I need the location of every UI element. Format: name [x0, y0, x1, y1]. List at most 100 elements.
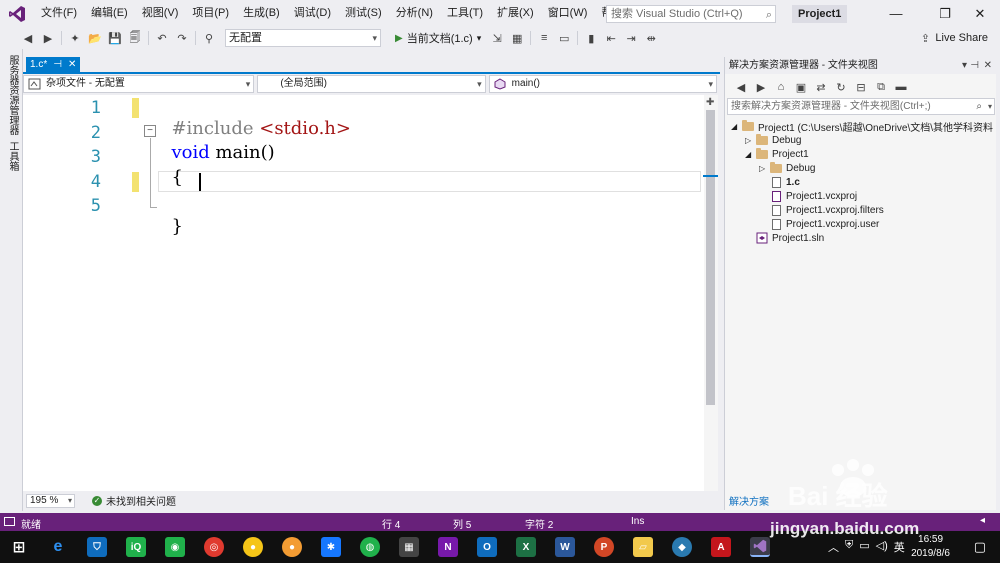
tree-item-1c[interactable]: 1.c: [769, 175, 800, 189]
powerpoint-icon[interactable]: P: [594, 537, 614, 557]
forward-icon[interactable]: ▶: [753, 79, 769, 95]
tree-item-sln[interactable]: Project1.sln: [755, 231, 824, 245]
collapse-icon[interactable]: −: [144, 125, 156, 137]
show-all-files-icon[interactable]: ⧉: [873, 79, 889, 95]
quick-launch-search-input[interactable]: 搜索 Visual Studio (Ctrl+Q) ⌕: [606, 5, 776, 23]
new-project-icon[interactable]: ✦: [67, 30, 83, 46]
collapsed-arrow-icon[interactable]: ▷: [759, 164, 769, 173]
open-file-icon[interactable]: 📂: [87, 30, 103, 46]
word-icon[interactable]: W: [555, 537, 575, 557]
chevron-up-icon[interactable]: ︿: [828, 539, 839, 555]
collapse-all-icon[interactable]: ⊟: [853, 79, 869, 95]
menu-tools[interactable]: 工具(T): [440, 0, 490, 27]
action-center-icon[interactable]: ▢: [974, 539, 986, 555]
visual-studio-taskbar-icon[interactable]: [750, 537, 770, 557]
browser-app-icon[interactable]: ●: [282, 537, 302, 557]
store-icon[interactable]: ⛉: [87, 537, 107, 557]
forward-icon[interactable]: ▶: [40, 30, 56, 46]
back-icon[interactable]: ◀: [733, 79, 749, 95]
issues-indicator[interactable]: ✓ 未找到相关问题: [92, 493, 176, 508]
close-icon[interactable]: ✕: [68, 59, 76, 70]
solution-configuration-select[interactable]: 无配置: [225, 29, 381, 47]
menu-file[interactable]: 文件(F): [34, 0, 84, 27]
menu-analyze[interactable]: 分析(N): [389, 0, 440, 27]
pdf-reader-icon[interactable]: A: [711, 537, 731, 557]
tree-item-filters[interactable]: Project1.vcxproj.filters: [769, 203, 884, 217]
next-bookmark-icon[interactable]: ⇥: [623, 30, 639, 46]
menu-debug[interactable]: 调试(D): [287, 0, 338, 27]
tree-item-debug-nested[interactable]: ▷ Debug: [759, 161, 815, 175]
bookmark-icon[interactable]: ▮: [583, 30, 599, 46]
collapsed-arrow-icon[interactable]: ▷: [745, 136, 755, 145]
expanded-arrow-icon[interactable]: ◢: [731, 122, 741, 131]
solution-search-input[interactable]: 搜索解决方案资源管理器 - 文件夹视图(Ctrl+;) ⌕ ▾: [727, 98, 995, 115]
media-player-icon[interactable]: ●: [243, 537, 263, 557]
restore-button[interactable]: ❐: [925, 0, 965, 27]
prev-bookmark-icon[interactable]: ⇤: [603, 30, 619, 46]
outlook-icon[interactable]: O: [477, 537, 497, 557]
iqiyi-icon[interactable]: iQ: [126, 537, 146, 557]
edge-browser-icon[interactable]: e: [48, 537, 68, 557]
excel-icon[interactable]: X: [516, 537, 536, 557]
tree-item-project1[interactable]: ◢ Project1: [745, 147, 809, 161]
zoom-level-select[interactable]: 195 %: [26, 493, 75, 508]
music-app-icon[interactable]: ◎: [204, 537, 224, 557]
tree-item-user[interactable]: Project1.vcxproj.user: [769, 217, 879, 231]
comment-icon[interactable]: ≡: [536, 30, 552, 46]
volume-icon[interactable]: ◁): [876, 539, 888, 555]
menu-window[interactable]: 窗口(W): [541, 0, 595, 27]
redo-icon[interactable]: ↷: [174, 30, 190, 46]
tree-item-debug[interactable]: ▷ Debug: [745, 133, 801, 147]
menu-project[interactable]: 项目(P): [185, 0, 236, 27]
bird-app-icon[interactable]: ✱: [321, 537, 341, 557]
network-app-icon[interactable]: ◆: [672, 537, 692, 557]
scrollbar-thumb[interactable]: [706, 110, 715, 405]
breakpoint-icon[interactable]: ▦: [509, 30, 525, 46]
calculator-icon[interactable]: ▦: [399, 537, 419, 557]
step-icon[interactable]: ⇲: [489, 30, 505, 46]
tree-item-vcxproj[interactable]: Project1.vcxproj: [769, 189, 857, 203]
split-editor-icon[interactable]: ✚: [706, 97, 714, 108]
chat-app-icon[interactable]: ◉: [165, 537, 185, 557]
menu-extensions[interactable]: 扩展(X): [490, 0, 541, 27]
tree-item-root[interactable]: ◢ Project1 (C:\Users\超越\OneDrive\文档\其他学科…: [731, 119, 993, 134]
close-window-button[interactable]: ✕: [960, 0, 1000, 27]
undo-icon[interactable]: ↶: [154, 30, 170, 46]
scope-select[interactable]: (全局范围): [257, 75, 486, 93]
windows-start-icon[interactable]: ⊞: [9, 537, 29, 557]
clear-bookmarks-icon[interactable]: ⇹: [643, 30, 659, 46]
menu-build[interactable]: 生成(B): [236, 0, 287, 27]
menu-edit[interactable]: 编辑(E): [84, 0, 135, 27]
uncomment-icon[interactable]: ▭: [556, 30, 572, 46]
live-share-button[interactable]: ⇪ Live Share: [915, 30, 988, 46]
properties-icon[interactable]: ▬: [893, 79, 909, 95]
back-icon[interactable]: ◀: [20, 30, 36, 46]
wechat-icon[interactable]: ◍: [360, 537, 380, 557]
switch-views-icon[interactable]: ▣: [793, 79, 809, 95]
project-scope-select[interactable]: 杂项文件 - 无配置: [23, 75, 255, 93]
ime-indicator[interactable]: 英: [894, 539, 905, 555]
tab-1c[interactable]: 1.c* ⊣ ✕: [26, 57, 81, 72]
member-select[interactable]: main(): [488, 75, 718, 93]
network-icon[interactable]: ▭: [859, 539, 869, 555]
pending-changes-icon[interactable]: ⇄: [813, 79, 829, 95]
onenote-icon[interactable]: N: [438, 537, 458, 557]
start-debugging-button[interactable]: ▶ 当前文档(1.c) ▾: [395, 30, 481, 46]
menu-view[interactable]: 视图(V): [135, 0, 186, 27]
tab-solution-explorer[interactable]: 解决方案: [729, 493, 769, 508]
menu-test[interactable]: 测试(S): [338, 0, 389, 27]
expanded-arrow-icon[interactable]: ◢: [745, 150, 755, 159]
close-icon[interactable]: ✕: [984, 57, 992, 74]
security-icon[interactable]: ⛨: [845, 539, 853, 555]
home-icon[interactable]: ⌂: [773, 79, 789, 95]
find-in-files-icon[interactable]: ⚲: [201, 30, 217, 46]
chevron-down-icon[interactable]: ▾: [988, 99, 992, 114]
dropdown-icon[interactable]: ▾: [962, 57, 967, 74]
toolbox-tab[interactable]: 工具箱: [5, 141, 20, 171]
file-explorer-icon[interactable]: ▱: [633, 537, 653, 557]
minimize-button[interactable]: —: [876, 0, 916, 27]
server-explorer-tab[interactable]: 服务器资源管理器: [5, 55, 20, 135]
notification-icon[interactable]: ◂: [980, 515, 985, 526]
refresh-icon[interactable]: ↻: [833, 79, 849, 95]
save-all-icon[interactable]: 🗐: [127, 30, 143, 46]
